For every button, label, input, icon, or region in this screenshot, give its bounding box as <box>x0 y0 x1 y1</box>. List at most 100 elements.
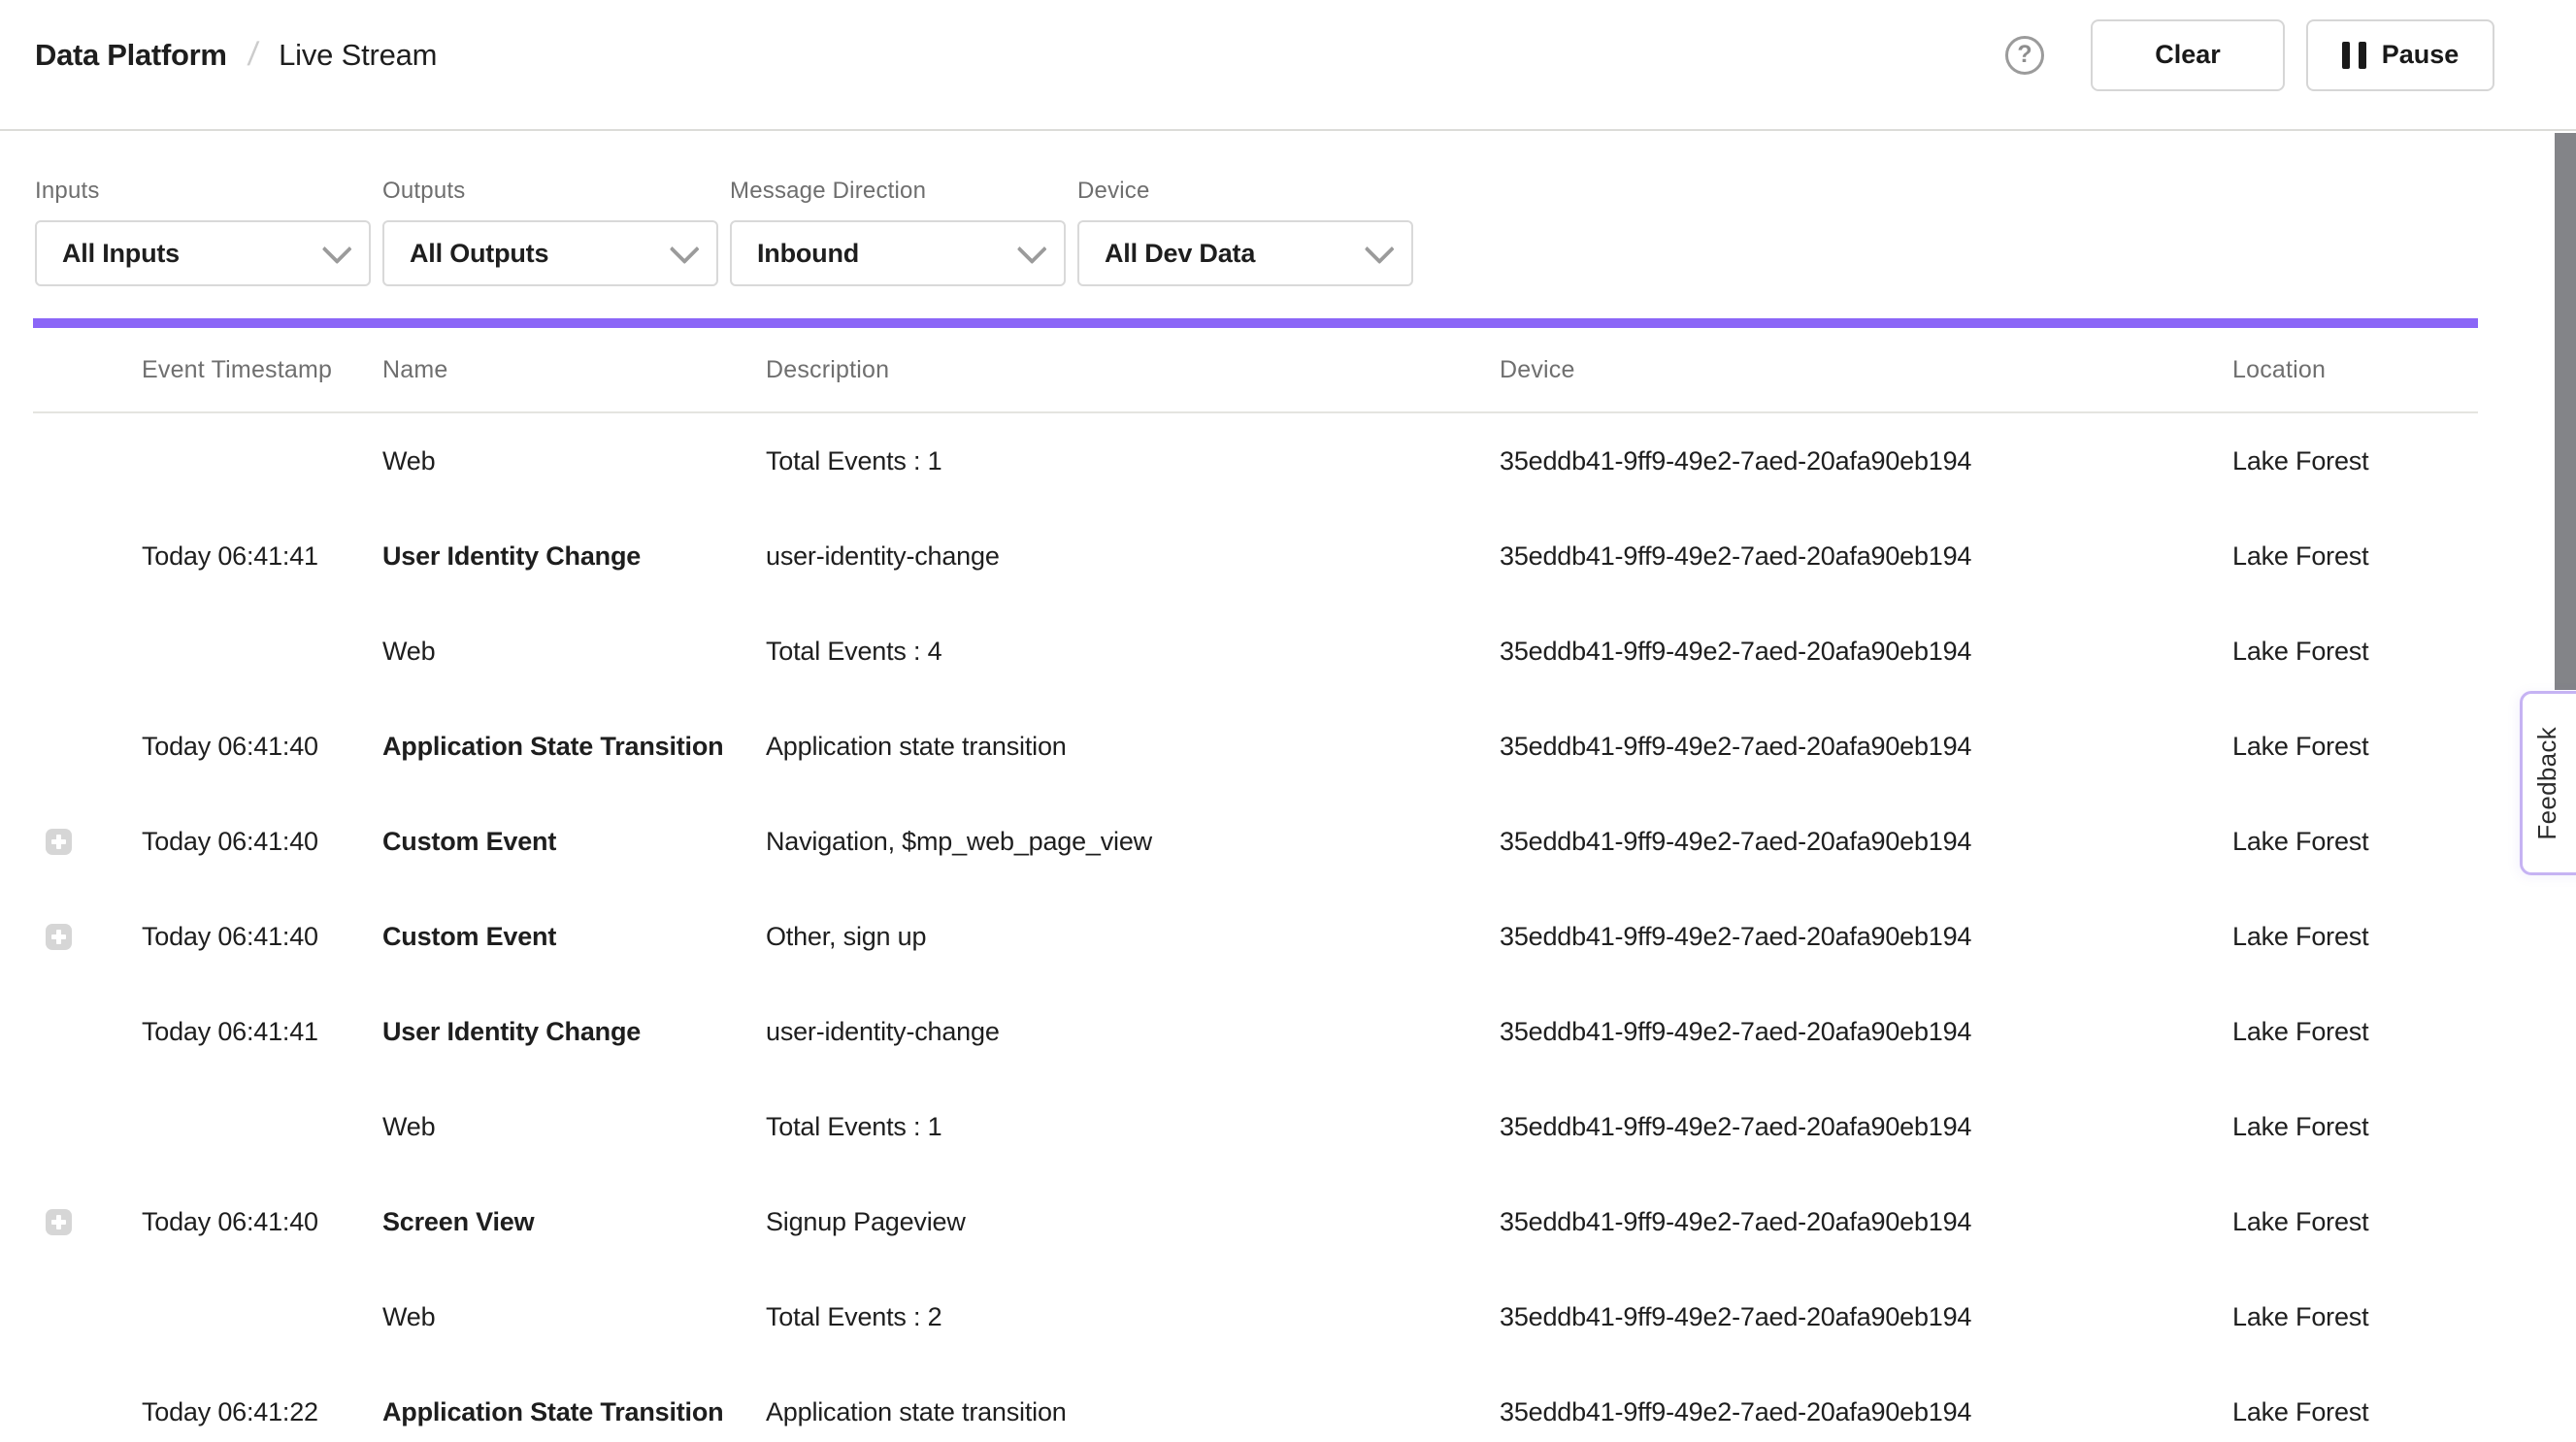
filter-message-direction: Message Direction Inbound <box>730 178 1066 286</box>
expand-plus-icon[interactable] <box>46 829 72 855</box>
cell-description: Navigation, $mp_web_page_view <box>766 827 1500 857</box>
cell-device: 35eddb41-9ff9-49e2-7aed-20afa90eb194 <box>1500 827 2232 857</box>
pause-button-label: Pause <box>2382 40 2460 70</box>
filter-inputs-label: Inputs <box>35 178 371 205</box>
cell-location: Lake Forest <box>2232 922 2478 952</box>
expand-plus-icon[interactable] <box>46 1209 72 1235</box>
message-direction-select-value: Inbound <box>757 239 859 269</box>
live-stream-table: Event Timestamp Name Description Device … <box>33 328 2478 1442</box>
filters-bar: Inputs All Inputs Outputs All Outputs Me… <box>0 131 2576 286</box>
pause-icon <box>2342 42 2366 69</box>
accent-divider <box>33 318 2478 328</box>
table-row[interactable]: Today 06:41:41 User Identity Change user… <box>33 508 2478 604</box>
table-row[interactable]: Today 06:41:40 Screen View Signup Pagevi… <box>33 1174 2478 1269</box>
table-row[interactable]: Web Total Events : 4 35eddb41-9ff9-49e2-… <box>33 604 2478 699</box>
cell-device: 35eddb41-9ff9-49e2-7aed-20afa90eb194 <box>1500 1207 2232 1237</box>
table-body: Web Total Events : 1 35eddb41-9ff9-49e2-… <box>33 413 2478 1442</box>
filter-message-direction-label: Message Direction <box>730 178 1066 205</box>
cell-description: user-identity-change <box>766 1017 1500 1047</box>
filter-outputs: Outputs All Outputs <box>382 178 718 286</box>
table-row[interactable]: Web Total Events : 2 35eddb41-9ff9-49e2-… <box>33 1269 2478 1364</box>
cell-name: User Identity Change <box>382 541 766 572</box>
table-row[interactable]: Today 06:41:40 Custom Event Other, sign … <box>33 889 2478 984</box>
table-row[interactable]: Web Total Events : 1 35eddb41-9ff9-49e2-… <box>33 413 2478 508</box>
table-row[interactable]: Today 06:41:40 Custom Event Navigation, … <box>33 794 2478 889</box>
cell-device: 35eddb41-9ff9-49e2-7aed-20afa90eb194 <box>1500 1302 2232 1332</box>
cell-location: Lake Forest <box>2232 732 2478 762</box>
cell-device: 35eddb41-9ff9-49e2-7aed-20afa90eb194 <box>1500 732 2232 762</box>
expand-cell <box>33 829 142 855</box>
cell-name: Screen View <box>382 1207 766 1237</box>
cell-name: Web <box>382 446 766 476</box>
cell-device: 35eddb41-9ff9-49e2-7aed-20afa90eb194 <box>1500 1397 2232 1427</box>
pause-button[interactable]: Pause <box>2306 19 2494 91</box>
cell-name: Application State Transition <box>382 732 766 762</box>
cell-name: Custom Event <box>382 922 766 952</box>
cell-name: Web <box>382 637 766 667</box>
inputs-select-value: All Inputs <box>62 239 180 269</box>
table-header: Event Timestamp Name Description Device … <box>33 328 2478 413</box>
cell-device: 35eddb41-9ff9-49e2-7aed-20afa90eb194 <box>1500 1112 2232 1142</box>
cell-name: User Identity Change <box>382 1017 766 1047</box>
page-title: Live Stream <box>279 38 437 73</box>
message-direction-select[interactable]: Inbound <box>730 220 1066 286</box>
cell-description: Total Events : 4 <box>766 637 1500 667</box>
filter-device: Device All Dev Data <box>1077 178 1413 286</box>
table-row[interactable]: Today 06:41:22 Application State Transit… <box>33 1364 2478 1442</box>
column-location: Location <box>2232 356 2478 384</box>
cell-description: Total Events : 2 <box>766 1302 1500 1332</box>
cell-event-timestamp: Today 06:41:40 <box>142 827 382 857</box>
device-select-value: All Dev Data <box>1105 239 1255 269</box>
cell-description: Signup Pageview <box>766 1207 1500 1237</box>
cell-location: Lake Forest <box>2232 1017 2478 1047</box>
cell-name: Application State Transition <box>382 1397 766 1427</box>
cell-location: Lake Forest <box>2232 1207 2478 1237</box>
column-device: Device <box>1500 356 2232 384</box>
cell-event-timestamp: Today 06:41:22 <box>142 1397 382 1427</box>
column-description: Description <box>766 356 1500 384</box>
expand-cell <box>33 924 142 950</box>
cell-event-timestamp: Today 06:41:40 <box>142 732 382 762</box>
clear-button[interactable]: Clear <box>2091 19 2285 91</box>
table-row[interactable]: Today 06:41:41 User Identity Change user… <box>33 984 2478 1079</box>
cell-device: 35eddb41-9ff9-49e2-7aed-20afa90eb194 <box>1500 637 2232 667</box>
column-event-timestamp: Event Timestamp <box>142 356 382 384</box>
clear-button-label: Clear <box>2155 40 2221 70</box>
app-header: Data Platform / Live Stream ? Clear Paus… <box>0 0 2576 131</box>
device-select[interactable]: All Dev Data <box>1077 220 1413 286</box>
inputs-select[interactable]: All Inputs <box>35 220 371 286</box>
cell-device: 35eddb41-9ff9-49e2-7aed-20afa90eb194 <box>1500 1017 2232 1047</box>
chevron-down-icon <box>1017 234 1047 264</box>
cell-description: Total Events : 1 <box>766 446 1500 476</box>
outputs-select-value: All Outputs <box>410 239 548 269</box>
cell-name: Web <box>382 1302 766 1332</box>
expand-cell <box>33 1209 142 1235</box>
table-row[interactable]: Web Total Events : 1 35eddb41-9ff9-49e2-… <box>33 1079 2478 1174</box>
expand-plus-icon[interactable] <box>46 924 72 950</box>
cell-device: 35eddb41-9ff9-49e2-7aed-20afa90eb194 <box>1500 446 2232 476</box>
cell-description: Application state transition <box>766 1397 1500 1427</box>
cell-device: 35eddb41-9ff9-49e2-7aed-20afa90eb194 <box>1500 541 2232 572</box>
chevron-down-icon <box>670 234 700 264</box>
cell-event-timestamp: Today 06:41:41 <box>142 541 382 572</box>
outputs-select[interactable]: All Outputs <box>382 220 718 286</box>
vertical-scrollbar[interactable] <box>2555 133 2576 690</box>
cell-description: Other, sign up <box>766 922 1500 952</box>
chevron-down-icon <box>322 234 352 264</box>
header-actions: ? Clear Pause <box>2005 19 2494 91</box>
filter-outputs-label: Outputs <box>382 178 718 205</box>
cell-location: Lake Forest <box>2232 1397 2478 1427</box>
filter-inputs: Inputs All Inputs <box>35 178 371 286</box>
cell-description: Total Events : 1 <box>766 1112 1500 1142</box>
cell-device: 35eddb41-9ff9-49e2-7aed-20afa90eb194 <box>1500 922 2232 952</box>
breadcrumb-section[interactable]: Data Platform <box>35 38 227 73</box>
help-icon[interactable]: ? <box>2005 36 2044 75</box>
filter-device-label: Device <box>1077 178 1413 205</box>
cell-description: Application state transition <box>766 732 1500 762</box>
feedback-tab[interactable]: Feedback <box>2520 691 2576 875</box>
cell-location: Lake Forest <box>2232 1112 2478 1142</box>
table-row[interactable]: Today 06:41:40 Application State Transit… <box>33 699 2478 794</box>
column-name: Name <box>382 356 766 384</box>
cell-location: Lake Forest <box>2232 827 2478 857</box>
feedback-tab-label: Feedback <box>2532 727 2562 840</box>
